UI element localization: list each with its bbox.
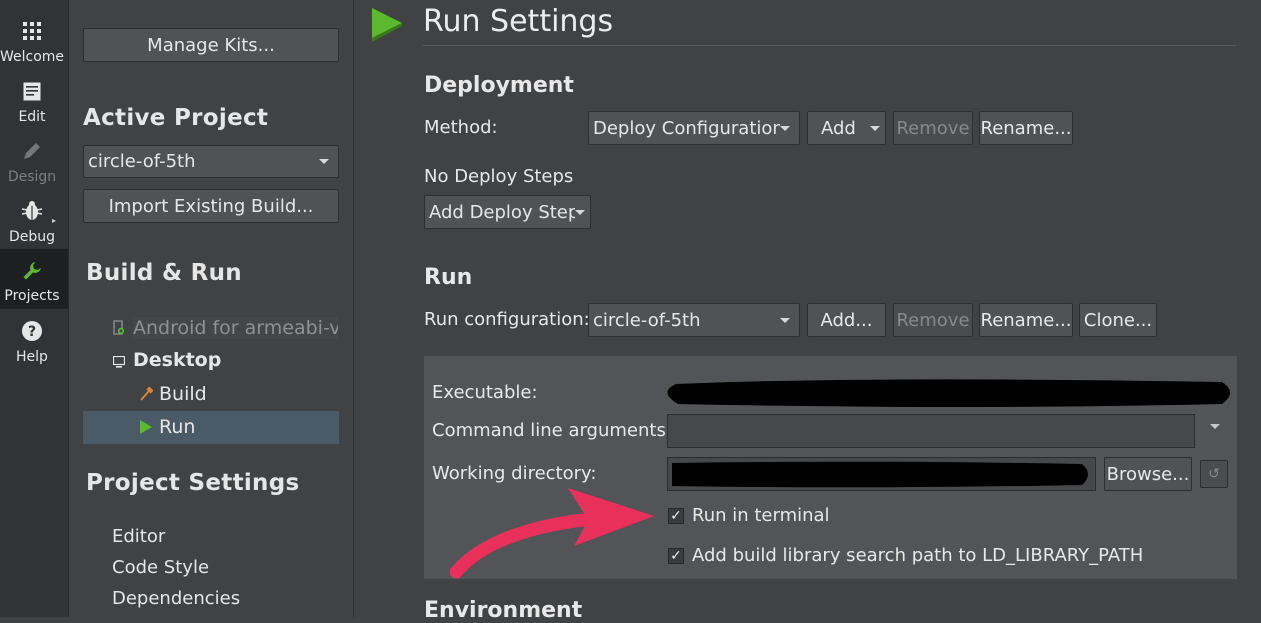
browse-button[interactable]: Browse... <box>1104 457 1192 491</box>
grid-icon <box>0 20 64 42</box>
environment-heading: Environment <box>424 598 583 623</box>
add-library-path-checkbox[interactable]: ✓ <box>668 548 684 564</box>
page-title: Run Settings <box>423 4 614 39</box>
method-label: Method: <box>424 117 498 138</box>
settings-editor[interactable]: Editor <box>112 526 165 547</box>
mode-label: Debug <box>8 229 56 245</box>
mode-label: Edit <box>18 109 46 125</box>
reset-icon[interactable]: ↺ <box>1200 460 1228 488</box>
settings-code-style[interactable]: Code Style <box>112 557 209 578</box>
chevron-down-icon <box>870 125 880 131</box>
active-project-heading: Active Project <box>83 105 269 131</box>
mode-label: Projects <box>4 288 60 304</box>
kit-android[interactable]: Android for armeabi-v... <box>133 317 338 339</box>
deploy-method-combo[interactable]: Deploy Configuration <box>588 111 800 145</box>
deploy-method-value: Deploy Configuration <box>593 117 780 139</box>
kit-desktop-build[interactable]: Build <box>159 383 207 405</box>
mode-design[interactable]: Design <box>0 132 68 190</box>
monitor-icon <box>112 353 126 372</box>
android-kit-icon <box>113 320 125 336</box>
mode-label: Welcome <box>0 49 65 65</box>
kit-desktop-run[interactable]: Run <box>159 416 195 438</box>
run-configuration-combo[interactable]: circle-of-5th <box>588 303 800 337</box>
run-remove-button[interactable]: Remove <box>893 303 973 337</box>
build-run-heading: Build & Run <box>86 260 242 286</box>
run-configuration-label: Run configuration: <box>424 309 590 330</box>
document-icon <box>0 80 64 102</box>
project-navigator: Manage Kits... Active Project circle-of-… <box>69 0 354 617</box>
settings-dependencies[interactable]: Dependencies <box>112 588 240 609</box>
chevron-down-icon <box>319 159 329 164</box>
arguments-history-chevron-icon[interactable] <box>1210 424 1220 429</box>
selected-item-highlight <box>83 411 339 444</box>
add-library-path-label: Add build library search path to LD_LIBR… <box>692 545 1144 566</box>
question-icon: ? <box>0 320 64 342</box>
chevron-down-icon <box>575 209 585 215</box>
command-line-arguments-label: Command line arguments: <box>432 420 672 441</box>
command-line-arguments-input[interactable] <box>667 414 1195 448</box>
annotation-arrow <box>449 480 660 580</box>
kit-desktop[interactable]: Desktop <box>133 349 221 371</box>
working-directory-redacted <box>672 461 1088 488</box>
wrench-icon <box>0 260 64 282</box>
deployment-heading: Deployment <box>424 73 574 98</box>
working-directory-input[interactable] <box>667 457 1096 491</box>
run-clone-button[interactable]: Clone... <box>1079 303 1157 337</box>
expand-arrow-icon: ▸ <box>52 216 57 225</box>
deploy-remove-button[interactable]: Remove <box>893 111 973 145</box>
pencil-icon <box>0 140 64 162</box>
executable-label: Executable: <box>432 382 538 403</box>
hammer-icon <box>139 386 154 405</box>
deploy-rename-button[interactable]: Rename... <box>979 111 1073 145</box>
active-project-combo[interactable]: circle-of-5th <box>83 145 339 178</box>
no-deploy-steps-label: No Deploy Steps <box>424 166 574 187</box>
mode-projects[interactable]: Projects <box>0 249 68 309</box>
run-in-terminal-label: Run in terminal <box>692 505 830 526</box>
project-settings-heading: Project Settings <box>86 470 300 496</box>
mode-welcome[interactable]: Welcome <box>0 12 68 70</box>
deploy-add-button[interactable]: Add <box>807 111 886 145</box>
run-heading: Run <box>424 265 473 290</box>
mode-bar: Welcome Edit Design ▸ Debug Projects ? H… <box>0 0 69 617</box>
run-settings-play-icon <box>370 6 404 46</box>
mode-label: Help <box>16 349 48 365</box>
run-rename-button[interactable]: Rename... <box>979 303 1073 337</box>
chevron-down-icon <box>780 317 790 323</box>
manage-kits-button[interactable]: Manage Kits... <box>83 28 339 62</box>
play-icon <box>140 419 152 438</box>
run-configuration-value: circle-of-5th <box>593 309 701 331</box>
add-deploy-step-label: Add Deploy Step <box>429 201 575 223</box>
active-project-value: circle-of-5th <box>88 151 196 172</box>
mode-help[interactable]: ? Help <box>0 312 68 370</box>
mode-edit[interactable]: Edit <box>0 72 68 130</box>
svg-text:?: ? <box>28 324 36 340</box>
mode-debug[interactable]: ▸ Debug <box>0 192 68 250</box>
chevron-down-icon <box>780 125 790 131</box>
run-in-terminal-checkbox[interactable]: ✓ <box>668 508 684 524</box>
import-build-button[interactable]: Import Existing Build... <box>83 189 339 223</box>
run-add-button[interactable]: Add... <box>807 303 886 337</box>
deploy-add-label: Add <box>821 117 856 139</box>
title-divider <box>423 45 1236 46</box>
add-deploy-step-button[interactable]: Add Deploy Step <box>424 195 591 229</box>
run-settings-panel: Run Settings Deployment Method: Deploy C… <box>354 0 1261 623</box>
mode-label: Design <box>7 169 57 185</box>
executable-value-redacted <box>662 378 1234 408</box>
